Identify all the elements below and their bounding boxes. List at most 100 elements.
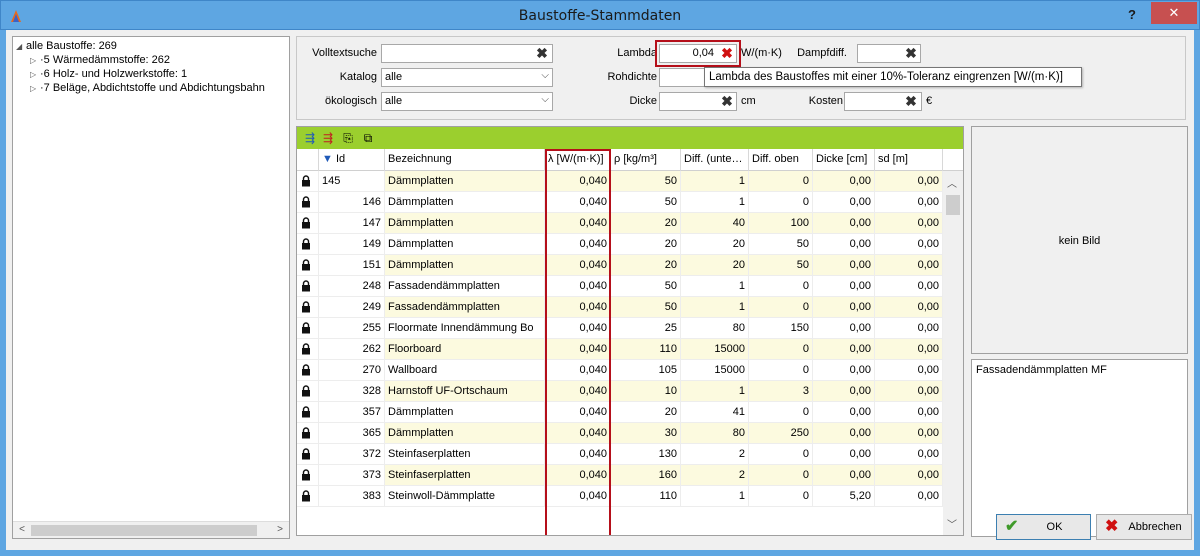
dialog-client: ◢ alle Baustoffe: 269 ▷ ·5 Wärmedämmstoffe…: [6, 30, 1194, 550]
katalog-select[interactable]: alle ⌵: [381, 68, 553, 87]
lock-cell: [297, 360, 319, 381]
scroll-down-icon[interactable]: ﹀: [947, 516, 957, 531]
oekologisch-value: alle: [385, 95, 403, 107]
tree-horizontal-scrollbar[interactable]: < >: [13, 521, 289, 538]
scroll-up-icon[interactable]: ︿: [947, 175, 957, 190]
cell-diff-oben: 3: [749, 381, 813, 402]
tree-item-holz[interactable]: ▷ ·6 Holz- und Holzwerkstoffe: 1: [30, 68, 187, 82]
copy-icon[interactable]: ⎘: [341, 131, 355, 145]
close-button[interactable]: ✕: [1151, 2, 1197, 24]
scroll-left-icon[interactable]: <: [15, 524, 29, 537]
table-row[interactable]: 365 Dämmplatten 0,040 30 80 250 0,00 0,00: [297, 423, 943, 444]
cell-sd: 0,00: [875, 360, 943, 381]
cell-dicke: 0,00: [813, 339, 875, 360]
scroll-right-icon[interactable]: >: [273, 524, 287, 537]
clear-dampfdiff-icon[interactable]: ✖: [904, 46, 918, 60]
table-row[interactable]: 372 Steinfaserplatten 0,040 130 2 0 0,00 0,00: [297, 444, 943, 465]
cell-bezeichnung: Dämmplatten: [385, 402, 545, 423]
cell-rohdichte: 110: [611, 486, 681, 507]
table-row[interactable]: 357 Dämmplatten 0,040 20 41 0 0,00 0,00: [297, 402, 943, 423]
cell-dicke: 0,00: [813, 276, 875, 297]
cell-dicke: 0,00: [813, 423, 875, 444]
lock-cell: [297, 486, 319, 507]
cell-rohdichte: 20: [611, 255, 681, 276]
help-button[interactable]: ?: [1119, 4, 1145, 26]
column-header-rohdichte[interactable]: ρ [kg/m³]: [611, 149, 681, 171]
table-row[interactable]: 248 Fassadendämmplatten 0,040 50 1 0 0,00 0,00: [297, 276, 943, 297]
table-row[interactable]: 145 Dämmplatten 0,040 50 1 0 0,00 0,00: [297, 171, 943, 192]
cell-diff-oben: 0: [749, 486, 813, 507]
cell-diff-oben: 250: [749, 423, 813, 444]
cell-id: 147: [319, 213, 385, 234]
cell-rohdichte: 50: [611, 276, 681, 297]
clear-kosten-icon[interactable]: ✖: [904, 94, 918, 108]
expand-icon[interactable]: ▷: [30, 56, 40, 65]
cell-rohdichte: 20: [611, 234, 681, 255]
cell-dicke: 0,00: [813, 192, 875, 213]
column-header-sd[interactable]: sd [m]: [875, 149, 943, 171]
add-row-icon[interactable]: ⇶: [303, 131, 317, 145]
window-frame: ◢ alle Baustoffe: 269 ▷ ·5 Wärmedämmstoffe…: [0, 30, 1200, 556]
tree-item-waermedaemmstoffe[interactable]: ▷ ·5 Wärmedämmstoffe: 262: [30, 54, 170, 68]
expand-icon[interactable]: ▷: [30, 84, 40, 93]
chevron-down-icon[interactable]: ⌵: [541, 70, 549, 81]
collapse-icon[interactable]: ◢: [16, 42, 26, 51]
cell-dicke: 0,00: [813, 402, 875, 423]
export-icon[interactable]: ⧉: [361, 131, 375, 145]
cell-rohdichte: 10: [611, 381, 681, 402]
cell-dicke: 0,00: [813, 360, 875, 381]
cancel-button[interactable]: ✖ Abbrechen: [1096, 514, 1192, 540]
lock-icon: [302, 448, 310, 460]
column-header-bezeichnung[interactable]: Bezeichnung: [385, 149, 545, 171]
table-row[interactable]: 147 Dämmplatten 0,040 20 40 100 0,00 0,00: [297, 213, 943, 234]
cell-id: 373: [319, 465, 385, 486]
materials-grid[interactable]: ⇶ ⇶ ⎘ ⧉ ▼ Id Bezeichnung λ [W/(m·K)] ρ […: [296, 126, 964, 536]
table-row[interactable]: 255 Floormate Innendämmung Bo 0,040 25 80 150…: [297, 318, 943, 339]
chevron-down-icon[interactable]: ⌵: [541, 94, 549, 105]
column-header-id[interactable]: ▼ Id: [319, 149, 385, 171]
table-row[interactable]: 146 Dämmplatten 0,040 50 1 0 0,00 0,00: [297, 192, 943, 213]
grid-vertical-scrollbar[interactable]: ︿ ﹀: [943, 171, 963, 535]
cell-rohdichte: 160: [611, 465, 681, 486]
cell-bezeichnung: Dämmplatten: [385, 255, 545, 276]
table-row[interactable]: 328 Harnstoff UF-Ortschaum 0,040 10 1 3 0,00 0,…: [297, 381, 943, 402]
lock-icon: [302, 280, 310, 292]
cell-rohdichte: 50: [611, 171, 681, 192]
cell-bezeichnung: Floorboard: [385, 339, 545, 360]
table-row[interactable]: 151 Dämmplatten 0,040 20 20 50 0,00 0,00: [297, 255, 943, 276]
cell-id: 149: [319, 234, 385, 255]
cell-id: 270: [319, 360, 385, 381]
cell-diff-unten: 41: [681, 402, 749, 423]
tree-item-belaege[interactable]: ▷ ·7 Beläge, Abdichtstoffe und Abdichtung…: [30, 82, 265, 96]
clear-volltext-icon[interactable]: ✖: [535, 46, 549, 60]
lock-icon: [302, 175, 310, 187]
remove-row-icon[interactable]: ⇶: [321, 131, 335, 145]
oekologisch-select[interactable]: alle ⌵: [381, 92, 553, 111]
cell-bezeichnung: Dämmplatten: [385, 423, 545, 444]
lock-cell: [297, 297, 319, 318]
lock-icon: [302, 238, 310, 250]
table-row[interactable]: 149 Dämmplatten 0,040 20 20 50 0,00 0,00: [297, 234, 943, 255]
scroll-thumb[interactable]: [31, 525, 257, 536]
column-header-dicke[interactable]: Dicke [cm]: [813, 149, 875, 171]
column-header-diff-oben[interactable]: Diff. oben: [749, 149, 813, 171]
lock-icon: [302, 427, 310, 439]
clear-dicke-icon[interactable]: ✖: [720, 94, 734, 108]
column-header-diff-unten[interactable]: Diff. (unte…: [681, 149, 749, 171]
cell-sd: 0,00: [875, 234, 943, 255]
cell-sd: 0,00: [875, 318, 943, 339]
table-row[interactable]: 249 Fassadendämmplatten 0,040 50 1 0 0,00 0,00: [297, 297, 943, 318]
category-tree[interactable]: ◢ alle Baustoffe: 269 ▷ ·5 Wärmedämmstoffe…: [12, 36, 290, 539]
table-row[interactable]: 262 Floorboard 0,040 110 15000 0 0,00 0,00: [297, 339, 943, 360]
volltext-input[interactable]: [381, 44, 553, 63]
tree-item-all[interactable]: ◢ alle Baustoffe: 269: [16, 40, 117, 54]
table-row[interactable]: 270 Wallboard 0,040 105 15000 0 0,00 0,00: [297, 360, 943, 381]
expand-icon[interactable]: ▷: [30, 70, 40, 79]
table-row[interactable]: 373 Steinfaserplatten 0,040 160 2 0 0,00 0,00: [297, 465, 943, 486]
cell-diff-oben: 0: [749, 171, 813, 192]
scroll-thumb[interactable]: [946, 195, 960, 215]
tree-item-label: 5 Wärmedämmstoffe: 262: [43, 54, 171, 66]
kosten-unit: €: [926, 95, 933, 107]
ok-button[interactable]: ✔ OK: [996, 514, 1091, 540]
table-row[interactable]: 383 Steinwoll-Dämmplatte 0,040 110 1 0 5,20 0,0…: [297, 486, 943, 507]
